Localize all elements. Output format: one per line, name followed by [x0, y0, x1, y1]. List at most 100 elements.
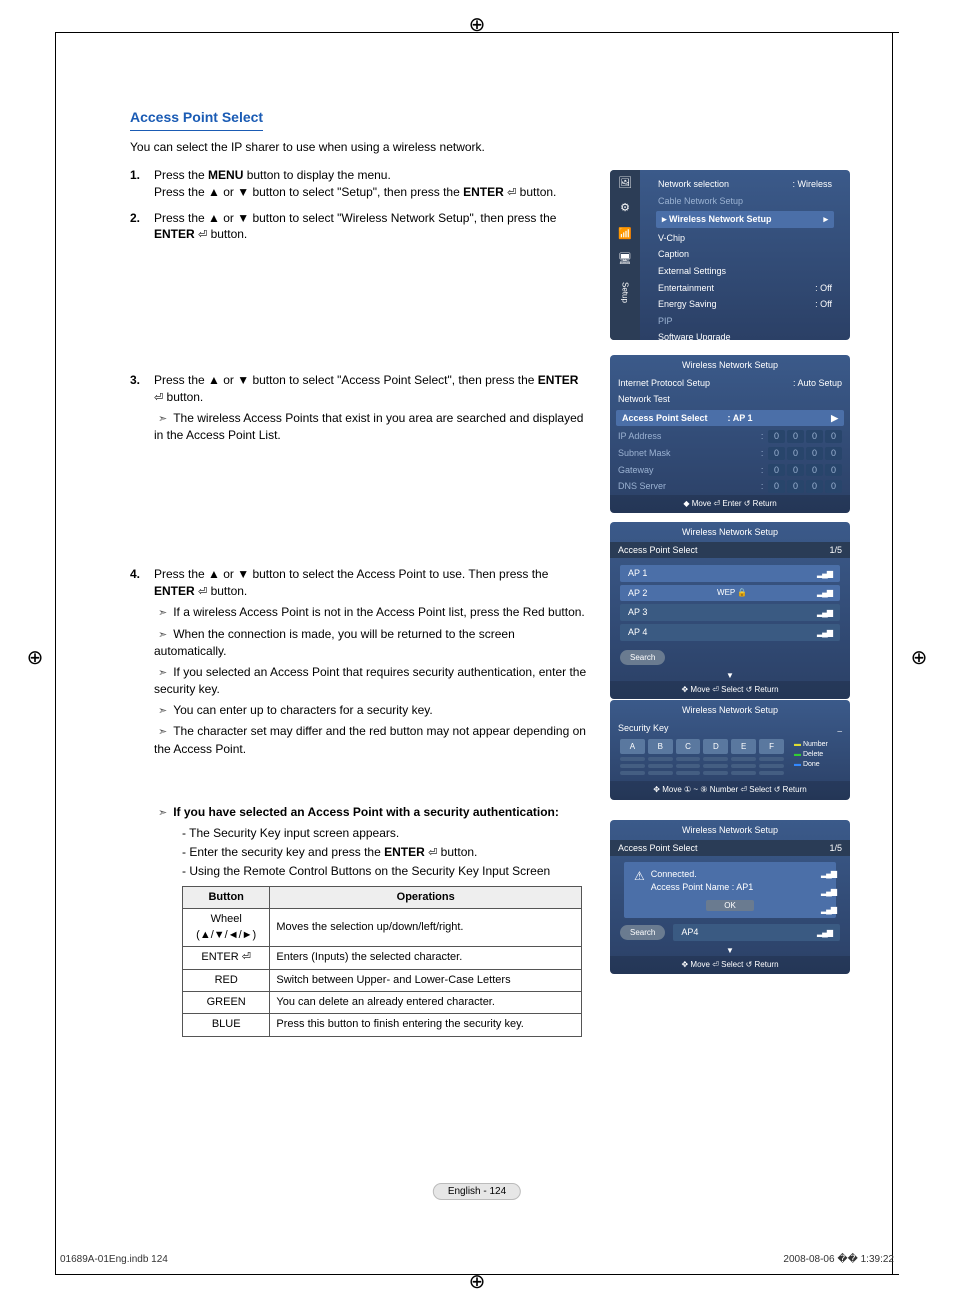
setup-row: Internet Protocol Setup: Auto Setup [610, 375, 850, 392]
table-cell: Switch between Upper- and Lower-Case Let… [270, 969, 582, 991]
connected-msg: Connected. [651, 868, 754, 881]
osd-wireless-setup: Wireless Network Setup Internet Protocol… [610, 355, 850, 513]
osd-setup-menu: 🖼 ⚙ 📶 🖥 Setup Network selection: Wireles… [610, 170, 850, 340]
osd-ap-select: Wireless Network Setup Access Point Sele… [610, 522, 850, 699]
step-4-note: The character set may differ and the red… [154, 723, 590, 757]
signal-icon: ▂▄▆ [821, 868, 836, 879]
crop-mark [55, 32, 62, 1275]
registration-mark: ⊕ [25, 648, 45, 668]
ap-name-msg: Access Point Name : AP1 [651, 881, 754, 894]
table-cell: You can delete an already entered charac… [270, 992, 582, 1014]
picture-icon: 🖼 [618, 176, 632, 191]
osd-footer: ◆ Move ⏎ Enter ↺ Return [610, 495, 850, 513]
setup-row: DNS Server: 0000 [610, 478, 850, 495]
menu-item: Cable Network Setup [650, 193, 840, 210]
sidebar-label: Setup [619, 282, 630, 303]
search-button[interactable]: Search [620, 925, 665, 940]
auth-line: - The Security Key input screen appears. [182, 825, 590, 842]
enter-icon: ⏎ [198, 228, 207, 243]
menu-item: Energy Saving: Off [650, 296, 840, 313]
legend-done: ▬ Done [794, 760, 844, 770]
input-icon: 📶 [618, 227, 632, 242]
menu-item: Entertainment: Off [650, 280, 840, 297]
step-number: 1. [130, 167, 154, 201]
ap-row[interactable]: AP 3▂▄▆ [620, 604, 840, 621]
auth-line: - Using the Remote Control Buttons on th… [182, 863, 590, 880]
table-header: Operations [270, 887, 582, 909]
osd-title: Wireless Network Setup [610, 700, 850, 720]
osd-footer: ✥ Move ① ~ ⑨ Number ⏎ Select ↺ Return [610, 781, 850, 799]
file-name: 01689A-01Eng.indb 124 [60, 1254, 168, 1265]
menu-item: Software Upgrade [650, 329, 840, 346]
step-4-note: When the connection is made, you will be… [154, 626, 590, 660]
osd-title: Wireless Network Setup [610, 355, 850, 375]
step-3-note: The wireless Access Points that exist in… [154, 410, 590, 444]
crop-mark [892, 32, 899, 1275]
menu-item: V-Chip [650, 230, 840, 247]
step-2: 2. Press the ▲ or ▼ button to select "Wi… [130, 210, 590, 244]
key-cell[interactable]: C [676, 739, 701, 754]
osd-title: Wireless Network Setup [610, 820, 850, 840]
gear-icon: ⚙ [620, 201, 630, 216]
search-button[interactable]: Search [620, 650, 665, 665]
intro-text: You can select the IP sharer to use when… [130, 139, 864, 156]
step-number: 4. [130, 566, 154, 762]
step-4-note: If a wireless Access Point is not in the… [154, 604, 590, 621]
osd-security-key: Wireless Network Setup Security Key_ ABC… [610, 700, 850, 800]
scroll-indicator: ▼ [610, 945, 850, 956]
setup-row: IP Address: 0000 [610, 428, 850, 445]
setup-row: Network Test [610, 391, 850, 408]
button-table: Button Operations Wheel (▲/▼/◄/►)Moves t… [182, 886, 582, 1037]
key-cell[interactable]: E [731, 739, 756, 754]
auth-heading: If you have selected an Access Point wit… [130, 804, 590, 821]
table-cell: BLUE [183, 1014, 270, 1036]
table-cell: ENTER ⏎ [183, 947, 270, 969]
osd-header: Access Point Select [618, 842, 829, 855]
key-cell[interactable]: F [759, 739, 784, 754]
auth-line: - Enter the security key and press the E… [182, 844, 590, 861]
enter-icon: ⏎ [154, 391, 163, 406]
ap-row[interactable]: AP 2WEP 🔒 ▂▄▆ [620, 585, 840, 602]
table-header: Button [183, 887, 270, 909]
signal-icon: ▂▄▆ [821, 904, 836, 915]
table-cell: RED [183, 969, 270, 991]
osd-header: Access Point Select [618, 544, 829, 557]
registration-mark: ⊕ [467, 1272, 487, 1292]
legend-delete: ▬ Delete [794, 750, 844, 760]
step-1: 1. Press the MENU button to display the … [130, 167, 590, 201]
step-4: 4. Press the ▲ or ▼ button to select the… [130, 566, 590, 762]
registration-mark: ⊕ [467, 15, 487, 35]
menu-item: External Settings [650, 263, 840, 280]
key-cell[interactable]: D [703, 739, 728, 754]
enter-icon: ⏎ [507, 186, 516, 201]
menu-item: PIP [650, 313, 840, 330]
app-icon: 🖥 [618, 252, 632, 267]
setup-row: Gateway: 0000 [610, 462, 850, 479]
scroll-indicator: ▼ [610, 670, 850, 681]
registration-mark: ⊕ [909, 648, 929, 668]
osd-footer: ✥ Move ⏎ Select ↺ Return [610, 681, 850, 699]
step-3: 3. Press the ▲ or ▼ button to select "Ac… [130, 372, 590, 448]
setup-row: Access Point Select: AP 1▶ [616, 410, 844, 427]
step-number: 3. [130, 372, 154, 448]
setup-row: Subnet Mask: 0000 [610, 445, 850, 462]
security-key-label: Security Key [618, 722, 838, 735]
table-cell: GREEN [183, 992, 270, 1014]
ok-button[interactable]: OK [706, 900, 754, 911]
section-heading: Access Point Select [130, 108, 263, 131]
ap-row[interactable]: AP 1▂▄▆ [620, 565, 840, 582]
menu-item: Caption [650, 246, 840, 263]
print-date: 2008-08-06 �� 1:39:22 [783, 1254, 894, 1265]
menu-item: ▸ Wireless Network Setup▸ [656, 211, 834, 228]
key-cell[interactable]: B [648, 739, 673, 754]
enter-icon: ⏎ [428, 846, 437, 861]
legend-number: ▬ Number [794, 740, 844, 750]
osd-connected: Wireless Network Setup Access Point Sele… [610, 820, 850, 974]
osd-title: Wireless Network Setup [610, 522, 850, 542]
key-cell[interactable]: A [620, 739, 645, 754]
step-4-note: If you selected an Access Point that req… [154, 664, 590, 698]
warning-icon: ⚠ [634, 868, 645, 885]
menu-item: Network selection: Wireless [650, 176, 840, 193]
ap-row[interactable]: AP 4▂▄▆ [620, 624, 840, 641]
osd-counter: 1/5 [829, 842, 842, 855]
